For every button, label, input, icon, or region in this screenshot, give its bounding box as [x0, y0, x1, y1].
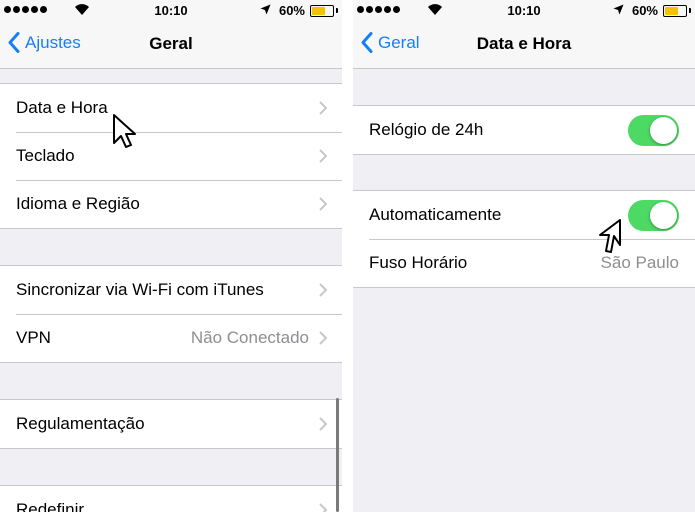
toggle-knob — [650, 201, 677, 229]
row-label: Redefinir — [16, 500, 85, 512]
toggle-knob — [650, 116, 677, 144]
battery-icon — [663, 5, 687, 17]
chevron-right-icon — [319, 101, 327, 115]
battery-percent: 60% — [631, 3, 658, 18]
page-title: Geral — [149, 34, 193, 53]
toggle-automaticamente[interactable] — [628, 199, 679, 231]
page-title: Data e Hora — [476, 34, 572, 53]
row-teclado[interactable]: Teclado — [0, 132, 342, 180]
row-label: Fuso Horário — [369, 253, 468, 272]
row-fuso-horario: Fuso Horário São Paulo — [353, 239, 695, 287]
navigation-bar: Ajustes Geral — [0, 22, 342, 69]
row-label: Regulamentação — [16, 414, 145, 433]
timezone-value: São Paulo — [600, 253, 679, 272]
chevron-right-icon — [319, 283, 327, 297]
settings-group-24h: Relógio de 24h — [353, 105, 695, 155]
status-bar: 10:10 60% — [353, 0, 695, 22]
row-label: VPN — [16, 328, 51, 347]
chevron-right-icon — [319, 197, 327, 211]
row-automaticamente: Automaticamente — [353, 191, 695, 239]
vpn-status-value: Não Conectado — [190, 328, 309, 347]
location-arrow-icon — [613, 4, 624, 15]
chevron-right-icon — [319, 417, 327, 431]
row-regulamentacao[interactable]: Regulamentação — [0, 400, 342, 448]
row-redefinir[interactable]: Redefinir — [0, 486, 342, 512]
row-sincronizar-wifi-itunes[interactable]: Sincronizar via Wi-Fi com iTunes — [0, 266, 342, 314]
row-label: Teclado — [16, 146, 75, 165]
general-settings-screen: 10:10 60% Ajustes Geral Data e Hora Tecl… — [0, 0, 342, 512]
settings-group-datetime: Data e Hora Teclado Idioma e Região — [0, 83, 342, 229]
row-label: Automaticamente — [369, 205, 502, 224]
row-idioma-e-regiao[interactable]: Idioma e Região — [0, 180, 342, 228]
battery-icon — [310, 5, 334, 17]
battery-percent: 60% — [278, 3, 305, 18]
row-data-e-hora[interactable]: Data e Hora — [0, 84, 342, 132]
settings-group-regulatory: Regulamentação — [0, 399, 342, 449]
settings-group-network: Sincronizar via Wi-Fi com iTunes VPN Não… — [0, 265, 342, 363]
settings-group-reset: Redefinir — [0, 485, 342, 512]
chevron-right-icon — [319, 503, 327, 512]
date-time-screen: 10:10 60% Geral Data e Hora Relógio de 2… — [353, 0, 695, 512]
row-label: Relógio de 24h — [369, 120, 484, 139]
row-label: Data e Hora — [16, 98, 108, 117]
panel-divider — [342, 0, 353, 512]
row-relogio-24h: Relógio de 24h — [353, 106, 695, 154]
status-bar: 10:10 60% — [0, 0, 342, 22]
location-arrow-icon — [260, 4, 271, 15]
settings-group-auto: Automaticamente Fuso Horário São Paulo — [353, 190, 695, 288]
toggle-relogio-24h[interactable] — [628, 114, 679, 146]
scrollbar[interactable] — [336, 398, 339, 512]
row-label: Idioma e Região — [16, 194, 140, 213]
navigation-bar: Geral Data e Hora — [353, 22, 695, 69]
chevron-right-icon — [319, 149, 327, 163]
row-label: Sincronizar via Wi-Fi com iTunes — [16, 280, 264, 299]
chevron-right-icon — [319, 331, 327, 345]
row-vpn[interactable]: VPN Não Conectado — [0, 314, 342, 362]
